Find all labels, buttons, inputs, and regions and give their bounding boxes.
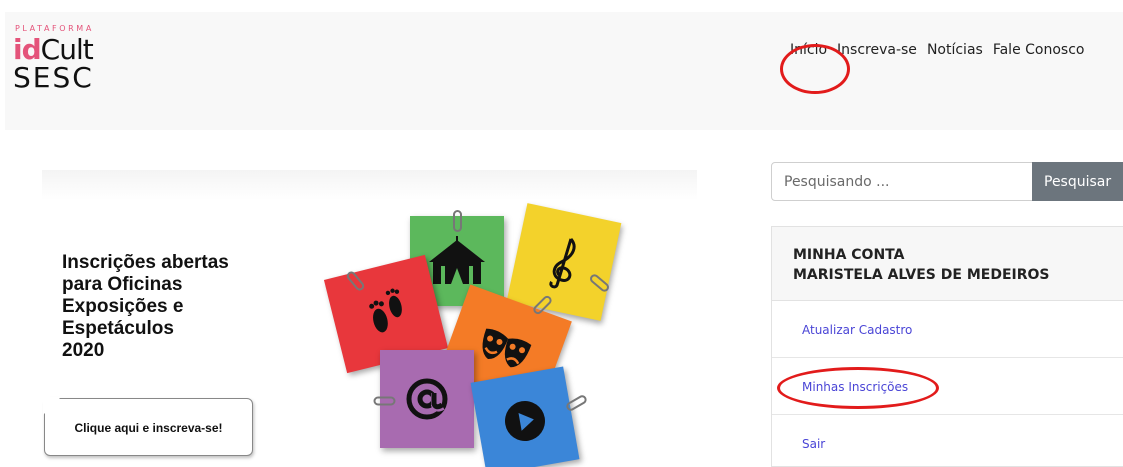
logo-plataforma-text: PLATAFORMA [15,24,94,33]
theater-masks-icon [482,328,532,368]
account-panel: MINHA CONTA MARISTELA ALVES DE MEDEIROS … [771,226,1123,467]
account-title: MINHA CONTA [793,247,905,263]
account-item-sair: Sair [772,415,1123,467]
logo-idcult-text: idCult [13,33,94,66]
account-item-atualizar: Atualizar Cadastro [772,301,1123,358]
account-header: MINHA CONTA MARISTELA ALVES DE MEDEIROS [772,227,1123,301]
footprints-icon [369,288,402,333]
treble-clef-icon [549,237,576,289]
annotation-circle-minhas-inscricoes [777,367,939,409]
paperclip-icon [373,396,396,406]
at-sign-icon [406,378,448,420]
note-play [470,366,580,467]
account-user-name: MARISTELA ALVES DE MEDEIROS [793,267,1050,283]
search-button[interactable]: Pesquisar [1032,162,1123,201]
logo-sesc-text: SESC [13,61,94,94]
site-header: PLATAFORMA idCult SESC [5,12,1123,130]
update-profile-link[interactable]: Atualizar Cadastro [802,323,912,337]
promo-banner[interactable]: Inscrições abertas para Oficinas Exposiç… [42,170,697,467]
signup-cta-button[interactable]: Clique aqui e inscreva-se! [43,397,253,456]
banner-headline: Inscrições abertas para Oficinas Exposiç… [62,252,229,361]
idcult-sesc-logo[interactable]: PLATAFORMA idCult SESC [13,24,123,104]
circus-tent-icon [429,236,485,284]
nav-inscreva-se[interactable]: Inscreva-se [837,42,917,58]
nav-noticias[interactable]: Notícias [927,42,983,58]
paperclip-icon [453,210,462,232]
annotation-circle-inicio [780,44,850,94]
nav-fale-conosco[interactable]: Fale Conosco [993,42,1085,58]
logout-link[interactable]: Sair [802,437,825,451]
search-input[interactable] [771,162,1033,201]
play-button-icon [505,400,545,441]
